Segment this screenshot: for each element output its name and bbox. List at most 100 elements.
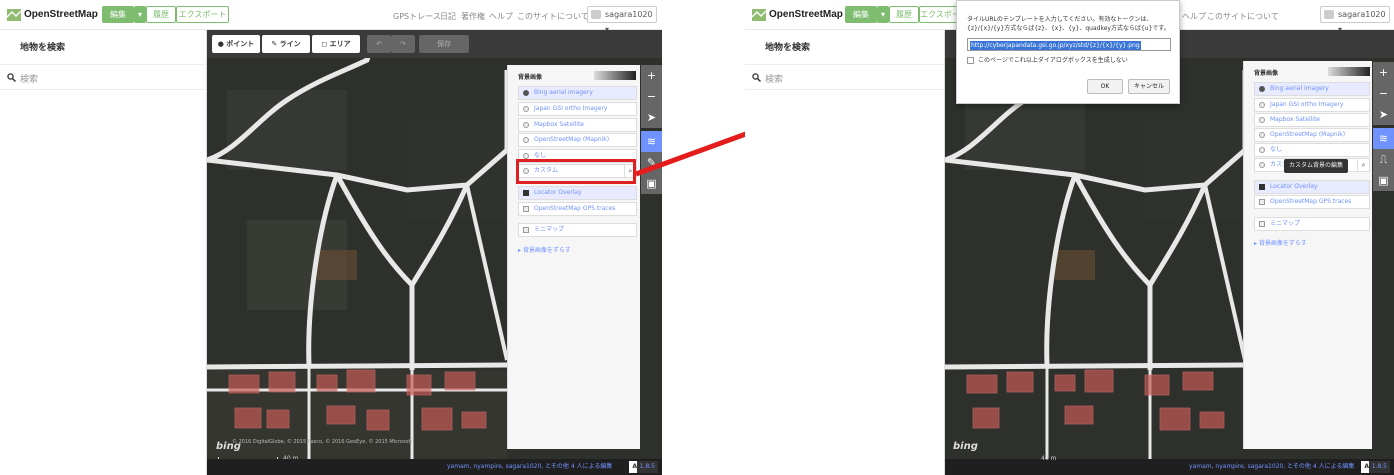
edit-toolbar: ● ポイント ✎ ライン ◻ エリア ↶ ↷ 保存: [207, 30, 662, 58]
background-layers-button[interactable]: ≋: [1373, 128, 1394, 149]
nav-about[interactable]: このサイトについて: [517, 11, 589, 22]
attribution-link[interactable]: yamam, nyampire, sagara1020, とその他 4 人による…: [1189, 459, 1354, 475]
left-screenshot: OpenStreetMap 編集 ▾ 履歴 エクスポート GPSトレース 日記 …: [0, 0, 662, 475]
background-heading: 背景画像: [1254, 70, 1279, 77]
bg-source-bing[interactable]: Bing aerial imagery: [1254, 82, 1370, 96]
user-menu[interactable]: sagara1020 ▾: [1320, 6, 1390, 34]
minimap-toggle[interactable]: ミニマップ: [518, 223, 637, 237]
search-icon: [7, 73, 16, 82]
search-input[interactable]: 検索: [20, 72, 38, 85]
radio-icon: [1259, 102, 1265, 108]
bing-logo: bing: [216, 441, 241, 452]
bg-source-bing[interactable]: Bing aerial imagery: [518, 86, 637, 100]
version-link[interactable]: 1.8.5: [1368, 461, 1390, 473]
nav-about[interactable]: このサイトについて: [1207, 11, 1279, 22]
background-pane: 背景画像 Bing aerial imagery Japan GSI ortho…: [1243, 61, 1372, 449]
overlay-label: OpenStreetMap GPS traces: [534, 205, 616, 212]
search-field[interactable]: 検索: [745, 64, 944, 90]
map-data-button[interactable]: ⎍: [1373, 149, 1394, 170]
ok-button[interactable]: OK: [1087, 79, 1123, 94]
checkbox-icon: [523, 206, 529, 212]
overlay-gps[interactable]: OpenStreetMap GPS traces: [1254, 195, 1370, 209]
minimap-toggle[interactable]: ミニマップ: [1254, 217, 1370, 231]
nav-help[interactable]: ヘルプ: [489, 11, 513, 22]
suppress-dialogs-checkbox[interactable]: このページでこれ以上ダイアログボックスを生成しない: [967, 57, 1128, 65]
edit-dropdown-button[interactable]: ▾: [877, 6, 889, 23]
undo-button[interactable]: ↶: [367, 35, 391, 53]
osm-logo-icon[interactable]: [6, 7, 22, 23]
edit-dropdown-button[interactable]: ▾: [134, 6, 146, 23]
nav-help[interactable]: ヘルプ: [1182, 11, 1206, 22]
bg-source-label: Mapbox Satellite: [534, 121, 584, 128]
bg-source-mapnik[interactable]: OpenStreetMap (Mapnik): [518, 133, 637, 147]
top-navbar: OpenStreetMap 編集 ▾ 履歴 エクスポート GPSトレース 日記 …: [0, 0, 662, 34]
sidebar-title: 地物を検索: [765, 43, 811, 53]
nav-copyright[interactable]: 著作権: [461, 11, 485, 22]
geolocate-button[interactable]: ➤: [1373, 104, 1394, 125]
osm-logo-icon[interactable]: [751, 7, 767, 23]
edit-button[interactable]: 編集: [102, 6, 134, 23]
bg-source-label: Japan GSI ortho Imagery: [534, 105, 608, 112]
attribution-link[interactable]: yamam, nyampire, sagara1020, とその他 4 人による…: [447, 459, 612, 475]
user-menu[interactable]: sagara1020 ▾: [587, 6, 657, 34]
site-title[interactable]: OpenStreetMap: [24, 9, 98, 20]
edit-button[interactable]: 編集: [845, 6, 877, 23]
imagery-copyright: © 2016 DigitalGlobe, © 2015 Pasco, © 201…: [232, 439, 413, 445]
bg-source-label: Japan GSI ortho Imagery: [1270, 101, 1344, 108]
bg-source-mapnik[interactable]: OpenStreetMap (Mapnik): [1254, 128, 1370, 142]
redo-button[interactable]: ↷: [391, 35, 415, 53]
overlay-label: Locator Overlay: [534, 189, 582, 196]
save-button[interactable]: 保存: [419, 35, 469, 53]
zoom-out-button[interactable]: −: [1373, 83, 1394, 104]
avatar: [1324, 10, 1334, 19]
bg-source-gsi[interactable]: Japan GSI ortho Imagery: [1254, 98, 1370, 112]
search-field[interactable]: 検索: [0, 64, 206, 90]
radio-icon: [1259, 132, 1265, 138]
template-url-input[interactable]: http://cyberjapandata.gsi.go.jp/xyz/std/…: [967, 38, 1171, 51]
add-area-button[interactable]: ◻ エリア: [312, 35, 360, 53]
radio-icon: [1259, 86, 1265, 92]
zoom-in-button[interactable]: +: [1373, 62, 1394, 83]
nav-gps-traces[interactable]: GPSトレース: [393, 11, 441, 22]
overlay-gps[interactable]: OpenStreetMap GPS traces: [518, 202, 637, 216]
offset-link[interactable]: ▸ 背景画像をずらす: [1254, 238, 1307, 247]
bg-source-none[interactable]: なし: [1254, 143, 1370, 157]
minimap-label: ミニマップ: [1270, 220, 1301, 227]
highlight-box: [516, 159, 636, 184]
dialog-message: タイルURLのテンプレートを入力してください。有効なトークンは、{z}/{x}/…: [967, 16, 1170, 32]
bg-source-label: OpenStreetMap (Mapnik): [534, 136, 610, 143]
checkbox-label: このページでこれ以上ダイアログボックスを生成しない: [978, 57, 1128, 64]
sidebar: 地物を検索 検索: [745, 30, 945, 475]
history-button[interactable]: 履歴: [889, 6, 919, 23]
export-button[interactable]: エクスポート: [176, 6, 229, 23]
minimap-label: ミニマップ: [534, 226, 565, 233]
cancel-button[interactable]: キャンセル: [1128, 79, 1170, 94]
bg-source-label: Bing aerial imagery: [1270, 85, 1329, 92]
avatar: [591, 10, 601, 19]
custom-template-dialog: タイルURLのテンプレートを入力してください。有効なトークンは、{z}/{x}/…: [956, 0, 1180, 104]
add-line-button[interactable]: ✎ ライン: [262, 35, 310, 53]
bing-logo: bing: [953, 441, 978, 452]
history-button[interactable]: 履歴: [146, 6, 176, 23]
overlay-locator[interactable]: Locator Overlay: [518, 186, 637, 200]
version-link[interactable]: 1.8.5: [636, 461, 658, 473]
radio-icon: [1259, 162, 1265, 168]
offset-link[interactable]: ▸ 背景画像をずらす: [518, 245, 571, 254]
bg-source-mapbox[interactable]: Mapbox Satellite: [518, 118, 637, 132]
add-point-button[interactable]: ● ポイント: [212, 35, 260, 53]
bg-source-gsi[interactable]: Japan GSI ortho Imagery: [518, 102, 637, 116]
search-input[interactable]: 検索: [765, 72, 783, 85]
bg-source-mapbox[interactable]: Mapbox Satellite: [1254, 113, 1370, 127]
background-heading: 背景画像: [518, 74, 543, 81]
bg-source-label: Bing aerial imagery: [534, 89, 593, 96]
site-title[interactable]: OpenStreetMap: [769, 9, 843, 20]
overlay-label: Locator Overlay: [1270, 183, 1318, 190]
opacity-slider[interactable]: [1328, 67, 1370, 76]
custom-edit-search-icon[interactable]: ⌕: [1357, 159, 1369, 171]
bg-source-label: なし: [534, 152, 547, 159]
overlay-locator[interactable]: Locator Overlay: [1254, 180, 1370, 194]
template-url-value: http://cyberjapandata.gsi.go.jp/xyz/std/…: [970, 41, 1141, 50]
nav-diary[interactable]: 日記: [440, 11, 456, 22]
overlay-label: OpenStreetMap GPS traces: [1270, 198, 1352, 205]
help-button[interactable]: ▣: [1373, 170, 1394, 191]
